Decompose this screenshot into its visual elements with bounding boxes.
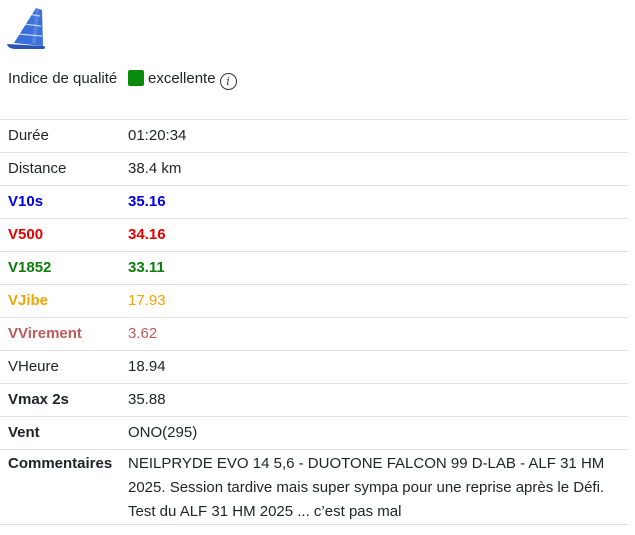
vmax2s-value: 35.88 (120, 383, 628, 417)
row-vmax2s: Vmax 2s 35.88 (0, 383, 628, 417)
quality-value-cell: excellente i (120, 65, 628, 120)
row-v10s: V10s 35.16 (0, 185, 628, 219)
vent-value: ONO(295) (120, 416, 628, 450)
row-v500: V500 34.16 (0, 218, 628, 252)
v1852-value: 33.11 (120, 251, 628, 285)
v10s-label: V10s (0, 185, 120, 219)
vheure-label: VHeure (0, 350, 120, 384)
v500-label: V500 (0, 218, 120, 252)
quality-value: excellente (148, 70, 216, 87)
v500-value: 34.16 (120, 218, 628, 252)
row-vent: Vent ONO(295) (0, 416, 628, 450)
comments-label: Commentaires (0, 449, 120, 525)
vent-label: Vent (0, 416, 120, 450)
vheure-value: 18.94 (120, 350, 628, 384)
row-comments: Commentaires NEILPRYDE EVO 14 5,6 - DUOT… (0, 449, 628, 525)
quality-label: Indice de qualité (0, 65, 120, 120)
row-distance: Distance 38.4 km (0, 152, 628, 186)
vmax2s-label: Vmax 2s (0, 383, 120, 417)
v10s-value: 35.16 (120, 185, 628, 219)
virement-value: 3.62 (120, 317, 628, 351)
quality-indicator-icon (128, 70, 144, 86)
windsurf-sail-icon (6, 6, 48, 50)
row-virement: VVirement 3.62 (0, 317, 628, 351)
comments-value: NEILPRYDE EVO 14 5,6 - DUOTONE FALCON 99… (120, 449, 628, 525)
row-duration: Durée 01:20:34 (0, 119, 628, 153)
row-vheure: VHeure 18.94 (0, 350, 628, 384)
row-vjibe: VJibe 17.93 (0, 284, 628, 318)
session-stats-table: Indice de qualité excellente i Durée 01:2… (0, 65, 628, 525)
distance-label: Distance (0, 152, 120, 186)
vjibe-value: 17.93 (120, 284, 628, 318)
vjibe-label: VJibe (0, 284, 120, 318)
virement-label: VVirement (0, 317, 120, 351)
row-v1852: V1852 33.11 (0, 251, 628, 285)
info-icon[interactable]: i (219, 73, 237, 90)
duration-value: 01:20:34 (120, 119, 628, 153)
v1852-label: V1852 (0, 251, 120, 285)
duration-label: Durée (0, 119, 120, 153)
distance-value: 38.4 km (120, 152, 628, 186)
row-quality: Indice de qualité excellente i (0, 65, 628, 120)
